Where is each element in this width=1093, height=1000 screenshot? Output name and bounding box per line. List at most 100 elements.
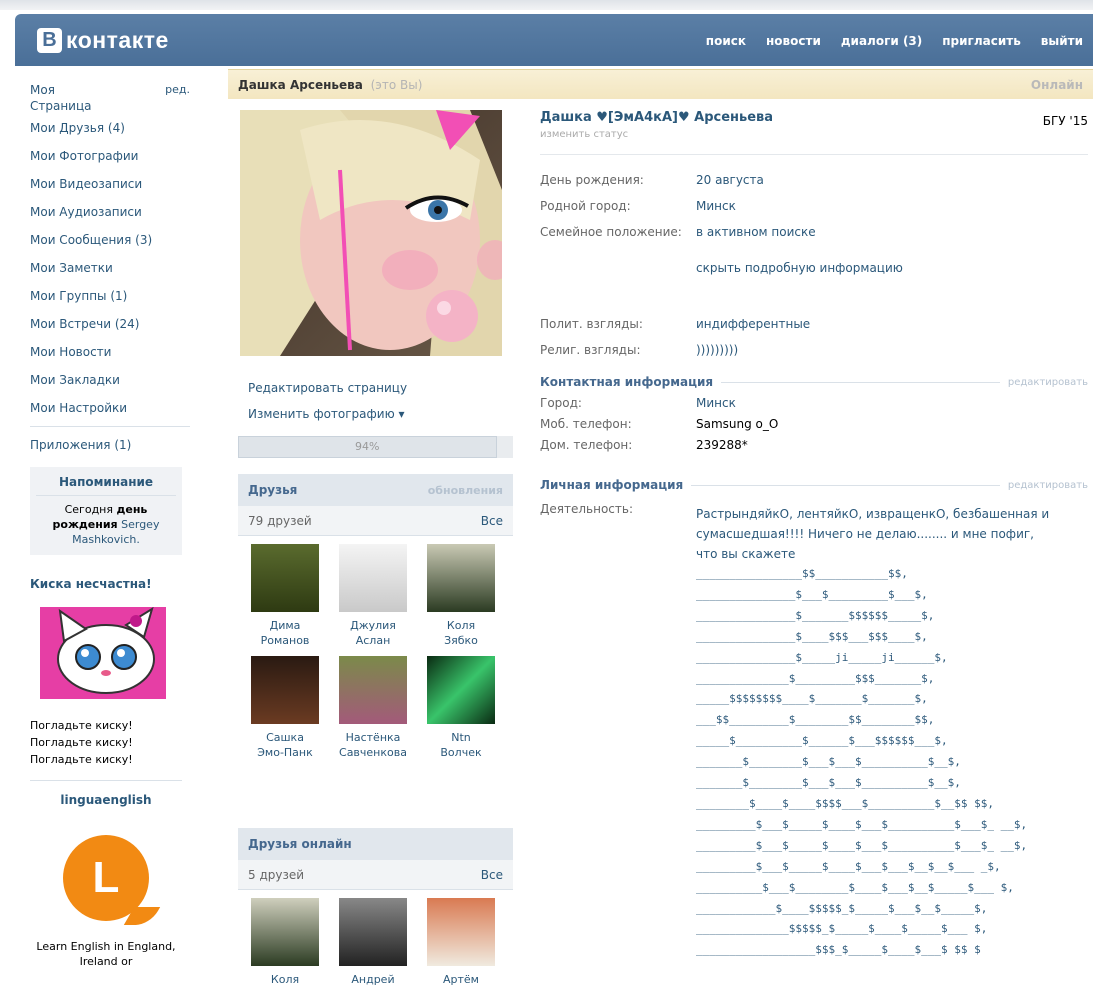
friend-avatar[interactable] <box>251 656 319 724</box>
friend-last-name[interactable]: Романов <box>241 633 329 648</box>
contact-edit-link[interactable]: редактировать <box>1008 377 1088 388</box>
info-label: Религ. взгляды: <box>540 343 641 357</box>
friend-first-name[interactable]: Андрей <box>329 972 417 987</box>
friend-first-name[interactable]: Дима <box>241 618 329 633</box>
friend-avatar[interactable] <box>427 656 495 724</box>
friend-first-name[interactable]: Ntn <box>417 730 505 745</box>
nav-dialogs[interactable]: диалоги (3) <box>831 34 932 48</box>
friend-first-name[interactable]: Артём <box>417 972 505 987</box>
top-nav: поиск новости диалоги (3) пригласить вый… <box>696 34 1093 48</box>
section-line <box>691 484 1000 486</box>
friends-online-count: 5 друзей <box>248 867 305 882</box>
ad-lingua[interactable]: linguaenglish L Learn English in England… <box>30 780 182 969</box>
personal-edit-link[interactable]: редактировать <box>1008 480 1088 491</box>
friend-item[interactable]: Ntn Волчек <box>417 656 505 760</box>
info-value-hometown[interactable]: Минск <box>696 193 736 219</box>
sidebar-item-notes[interactable]: Мои Заметки <box>30 256 190 284</box>
friend-first-name[interactable]: Джулия <box>329 618 417 633</box>
logo-text: контакте <box>66 26 169 53</box>
friend-avatar[interactable] <box>339 898 407 966</box>
ad-kitty-title[interactable]: Киска несчастна! <box>30 577 190 591</box>
friend-first-name[interactable]: Коля <box>241 972 329 987</box>
nav-invite[interactable]: пригласить <box>932 34 1031 48</box>
friend-online-item[interactable]: Коля <box>241 898 329 1000</box>
nav-news[interactable]: новости <box>756 34 831 48</box>
edit-page-link[interactable]: Редактировать страницу <box>248 375 407 401</box>
friend-last-name[interactable]: Зябко <box>417 633 505 648</box>
friends-online-title[interactable]: Друзья онлайн <box>248 837 352 851</box>
browser-strip <box>0 0 1093 10</box>
sidebar-item-videos[interactable]: Мои Видеозаписи <box>30 172 190 200</box>
info-value-home-phone: 239288* <box>696 438 748 452</box>
info-divider <box>540 154 1088 155</box>
friends-online-grid: Коля Андрей Артём <box>238 890 513 1000</box>
friend-avatar[interactable] <box>339 544 407 612</box>
sidebar-item-photos[interactable]: Мои Фотографии <box>30 144 190 172</box>
friend-avatar[interactable] <box>251 544 319 612</box>
site-header: В контакте поиск новости диалоги (3) при… <box>0 0 1093 66</box>
friend-online-item[interactable]: Артём <box>417 898 505 1000</box>
friend-item[interactable]: Коля Зябко <box>417 544 505 648</box>
friend-first-name[interactable]: Настёнка <box>329 730 417 745</box>
sidebar-item-events[interactable]: Мои Встречи (24) <box>30 312 190 340</box>
friends-online-all-link[interactable]: Все <box>481 868 503 882</box>
nav-logout[interactable]: выйти <box>1031 34 1093 48</box>
friend-first-name[interactable]: Коля <box>417 618 505 633</box>
friend-last-name[interactable]: Аслан <box>329 633 417 648</box>
friend-avatar[interactable] <box>427 898 495 966</box>
info-row-religious: Религ. взгляды: ))))))))) <box>540 337 1088 363</box>
info-row-hometown: Родной город: Минск <box>540 193 1088 219</box>
sidebar-item-bookmarks[interactable]: Мои Закладки <box>30 368 190 396</box>
lingua-logo-letter: L <box>92 853 120 902</box>
profile-title: Дашка Арсеньева (это Вы) <box>238 78 422 92</box>
sidebar-item-friends[interactable]: Мои Друзья (4) <box>30 116 190 144</box>
sidebar-item-apps[interactable]: Приложения (1) <box>30 433 190 461</box>
sidebar-my-page-link[interactable]: Моя Страница <box>30 82 100 116</box>
info-value-religious[interactable]: ))))))))) <box>696 337 738 363</box>
site-logo[interactable]: В контакте <box>37 27 169 53</box>
friend-online-item[interactable]: Андрей <box>329 898 417 1000</box>
profile-university[interactable]: БГУ '15 <box>1043 114 1088 128</box>
friend-item[interactable]: Джулия Аслан <box>329 544 417 648</box>
friends-updates-link[interactable]: обновления <box>428 484 503 497</box>
profile-completion-bar: 94% <box>238 436 513 458</box>
info-value-birthday[interactable]: 20 августа <box>696 167 764 193</box>
friend-last-name[interactable]: Эмо-Панк <box>241 745 329 760</box>
friend-last-name[interactable]: Савченкова <box>329 745 417 760</box>
friend-first-name[interactable]: Сашка <box>241 730 329 745</box>
friend-avatar[interactable] <box>427 544 495 612</box>
friend-last-name[interactable]: Волчек <box>417 745 505 760</box>
ad-lingua-title[interactable]: linguaenglish <box>30 793 182 807</box>
friends-block: Друзья обновления 79 друзей Все Дима Ром… <box>238 474 513 760</box>
friend-item[interactable]: Настёнка Савченкова <box>329 656 417 760</box>
friend-avatar[interactable] <box>339 656 407 724</box>
hide-details-link[interactable]: скрыть подробную информацию <box>696 255 1088 281</box>
nav-search[interactable]: поиск <box>696 34 756 48</box>
friend-avatar[interactable] <box>251 898 319 966</box>
friends-subheader: 79 друзей Все <box>238 506 513 536</box>
friend-item[interactable]: Сашка Эмо-Панк <box>241 656 329 760</box>
profile-photo[interactable] <box>240 110 502 356</box>
profile-info: Дашка ♥[ЭмА4кА]♥ Арсеньева БГУ '15 измен… <box>540 110 1088 961</box>
friends-all-link[interactable]: Все <box>481 514 503 528</box>
sidebar-item-messages[interactable]: Мои Сообщения (3) <box>30 228 190 256</box>
friends-title[interactable]: Друзья <box>248 483 297 497</box>
sidebar-item-audio[interactable]: Мои Аудиозаписи <box>30 200 190 228</box>
change-status-link[interactable]: изменить статус <box>540 129 1088 140</box>
sidebar-item-news[interactable]: Мои Новости <box>30 340 190 368</box>
ad-kitty-image[interactable] <box>40 607 166 699</box>
change-photo-link[interactable]: Изменить фотографию ▾ <box>248 401 407 427</box>
info-value-mobile: Samsung o_O <box>696 417 779 431</box>
lingua-logo-icon[interactable]: L <box>63 835 161 925</box>
sidebar-edit-link[interactable]: ред. <box>165 82 190 116</box>
info-value-political[interactable]: индифферентные <box>696 311 810 337</box>
left-sidebar: Моя Страница ред. Мои Друзья (4) Мои Фот… <box>30 78 190 969</box>
sidebar-item-settings[interactable]: Мои Настройки <box>30 396 190 424</box>
info-value-relationship[interactable]: в активном поиске <box>696 219 816 245</box>
sidebar-item-groups[interactable]: Мои Группы (1) <box>30 284 190 312</box>
contact-section-header: Контактная информация редактировать <box>540 375 1088 389</box>
info-value-city[interactable]: Минск <box>696 393 736 414</box>
contact-section-title: Контактная информация <box>540 375 714 389</box>
friend-item[interactable]: Дима Романов <box>241 544 329 648</box>
info-value-activity: РастрындяйкО, лентяйкО, извращенкО, безб… <box>696 507 1050 561</box>
